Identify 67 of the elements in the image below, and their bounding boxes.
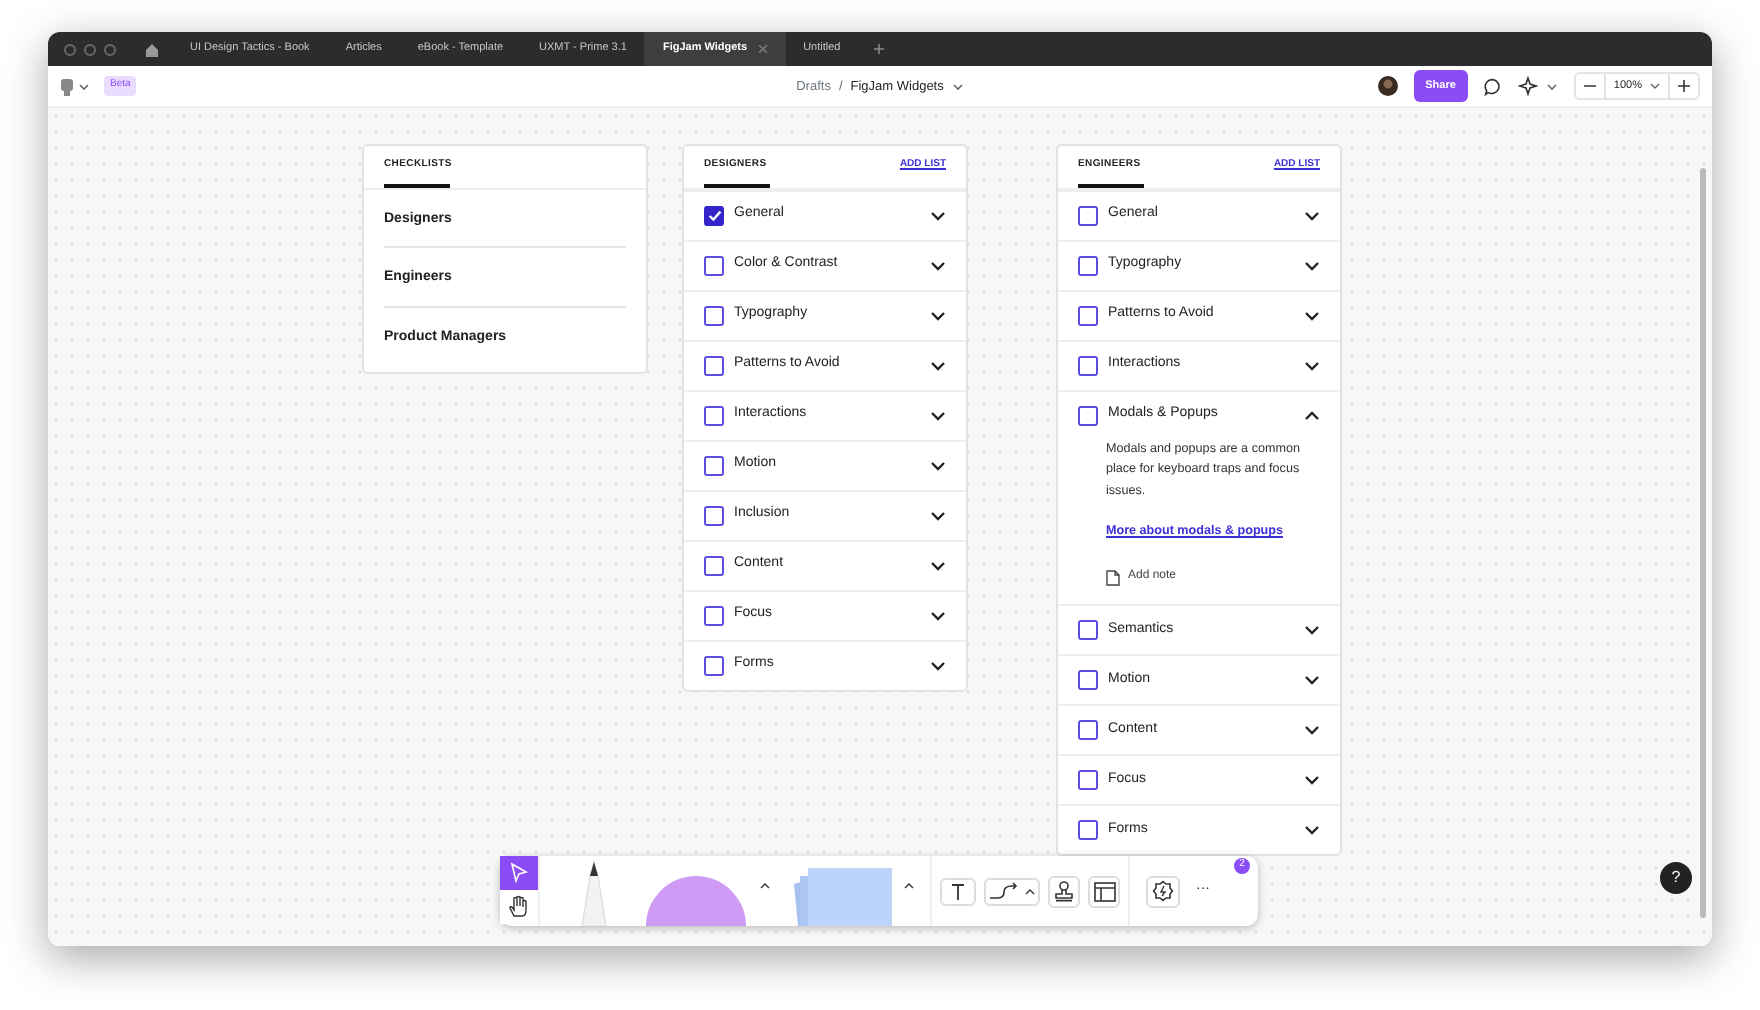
checkbox[interactable]: [1078, 820, 1098, 840]
checkbox[interactable]: [1078, 255, 1098, 275]
chevron-down-icon[interactable]: [930, 659, 946, 671]
avatar[interactable]: [1377, 76, 1398, 96]
chevron-down-icon[interactable]: [930, 359, 946, 371]
menu-logo-icon[interactable]: [60, 77, 74, 95]
checkbox[interactable]: [704, 655, 724, 675]
home-icon[interactable]: [144, 41, 160, 57]
section-tool-button[interactable]: [1088, 875, 1120, 907]
close-icon[interactable]: [757, 44, 768, 54]
caret-icon[interactable]: [1545, 81, 1558, 91]
chevron-down-icon[interactable]: [930, 409, 946, 421]
chevron-down-icon[interactable]: [930, 509, 946, 521]
connector-tool-button[interactable]: [984, 877, 1040, 905]
chevron-down-icon[interactable]: [930, 309, 946, 321]
chevron-down-icon[interactable]: [1304, 674, 1320, 686]
checkbox[interactable]: [1078, 205, 1098, 225]
checkbox[interactable]: [1078, 770, 1098, 790]
text-tool-button[interactable]: [940, 877, 976, 905]
comment-icon[interactable]: [1483, 77, 1502, 95]
checkbox[interactable]: [1078, 670, 1098, 690]
caret-icon[interactable]: [78, 81, 90, 91]
stamp-tool-button[interactable]: [1048, 875, 1080, 907]
plus-icon[interactable]: [874, 44, 885, 54]
chevron-down-icon[interactable]: [930, 459, 946, 471]
checkbox[interactable]: [1078, 720, 1098, 740]
chevron-down-icon[interactable]: [1304, 624, 1320, 636]
chevron-down-icon[interactable]: [930, 609, 946, 621]
sparkle-icon[interactable]: [1517, 76, 1538, 96]
checkbox[interactable]: [1078, 305, 1098, 325]
chevron-up-icon[interactable]: [1304, 409, 1320, 421]
chevron-down-icon[interactable]: [1304, 824, 1320, 836]
chevron-down-icon[interactable]: [930, 559, 946, 571]
chevron-down-icon[interactable]: [1304, 724, 1320, 736]
help-button[interactable]: ?: [1660, 862, 1692, 894]
text-icon: [946, 881, 970, 901]
caret-up-icon[interactable]: [760, 882, 770, 890]
chevron-down-icon[interactable]: [1304, 359, 1320, 371]
widgets-icon: [1152, 880, 1174, 902]
checkbox[interactable]: [704, 555, 724, 575]
chevron-down-icon[interactable]: [1304, 774, 1320, 786]
connector-icon: [986, 881, 1038, 901]
checkbox[interactable]: [1078, 405, 1098, 425]
chevron-down-icon[interactable]: [930, 259, 946, 271]
widgets-button[interactable]: [1146, 875, 1180, 907]
caret-up-icon[interactable]: [904, 882, 914, 890]
chevron-down-icon[interactable]: [1304, 309, 1320, 321]
checkbox[interactable]: [704, 205, 724, 225]
checkbox[interactable]: [704, 255, 724, 275]
chevron-down-icon[interactable]: [930, 209, 946, 221]
checkbox[interactable]: [704, 355, 724, 375]
checkbox[interactable]: [704, 505, 724, 525]
vertical-scrollbar[interactable]: [1700, 168, 1706, 918]
chevron-down-icon[interactable]: [1304, 259, 1320, 271]
stamp-icon: [1054, 880, 1074, 902]
checkbox[interactable]: [704, 405, 724, 425]
caret-icon: [1650, 82, 1660, 90]
checkbox[interactable]: [704, 455, 724, 475]
caret-icon[interactable]: [951, 82, 964, 92]
checkbox[interactable]: [1078, 620, 1098, 640]
note-icon: [1106, 569, 1120, 585]
checkbox[interactable]: [704, 605, 724, 625]
layout-icon: [1093, 881, 1115, 901]
cursor-tool-button[interactable]: [500, 856, 538, 890]
checkbox[interactable]: [704, 305, 724, 325]
chevron-down-icon[interactable]: [1304, 209, 1320, 221]
checkbox[interactable]: [1078, 355, 1098, 375]
